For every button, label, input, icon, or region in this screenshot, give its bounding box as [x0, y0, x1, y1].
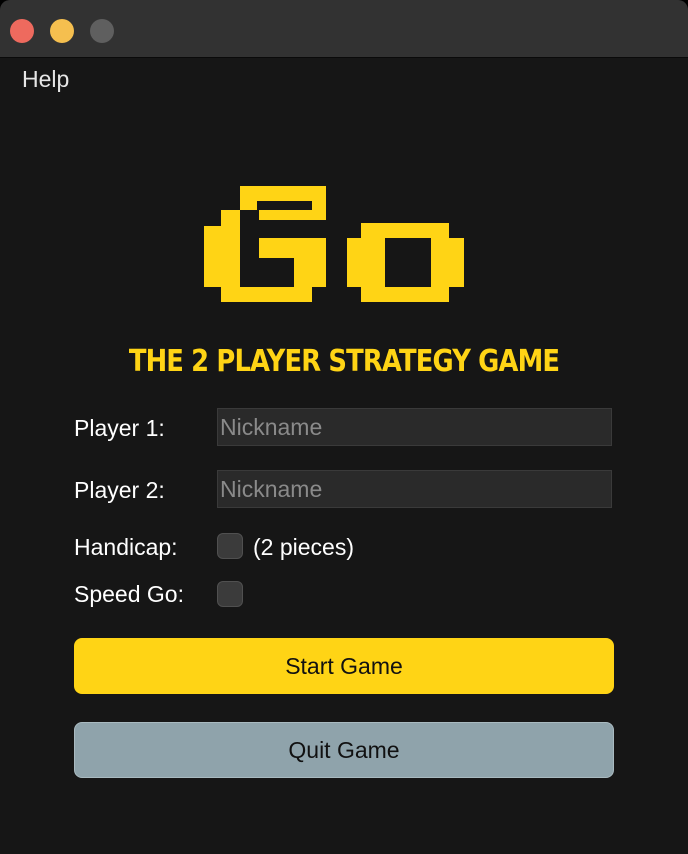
logo-letter-o: [347, 223, 464, 302]
logo-letter-g: [204, 186, 326, 302]
close-window-button[interactable]: [10, 19, 34, 43]
handicap-checkbox[interactable]: [217, 533, 243, 559]
menu-bar: Help: [0, 58, 688, 100]
go-logo: [204, 186, 464, 302]
handicap-note: (2 pieces): [253, 534, 354, 560]
subtitle: THE 2 PLAYER STRATEGY GAME: [128, 344, 560, 379]
zoom-window-button[interactable]: [90, 19, 114, 43]
minimize-window-button[interactable]: [50, 19, 74, 43]
player2-label: Player 2:: [74, 477, 165, 503]
menu-help[interactable]: Help: [22, 66, 69, 93]
player1-label: Player 1:: [74, 415, 165, 441]
handicap-label: Handicap:: [74, 534, 178, 560]
player1-nickname-input[interactable]: [217, 408, 612, 446]
speed-go-label: Speed Go:: [74, 581, 184, 607]
app-window: Help THE 2 PLAYER STRATEGY GAME Player 1…: [0, 0, 688, 854]
quit-game-button[interactable]: Quit Game: [74, 722, 614, 778]
start-game-button[interactable]: Start Game: [74, 638, 614, 694]
title-bar: [0, 0, 688, 58]
speed-go-checkbox[interactable]: [217, 581, 243, 607]
player2-nickname-input[interactable]: [217, 470, 612, 508]
